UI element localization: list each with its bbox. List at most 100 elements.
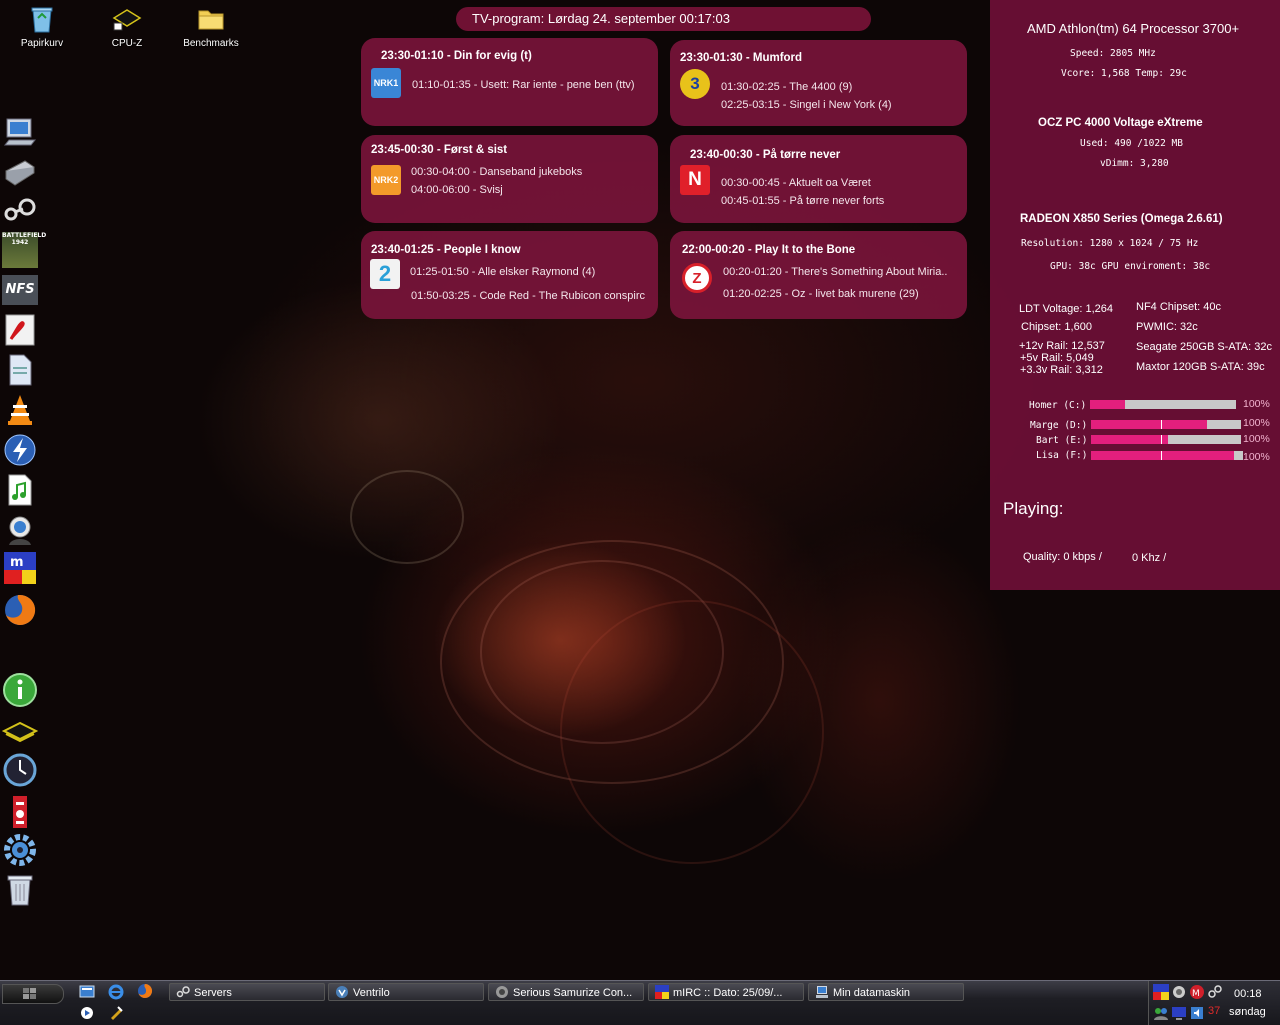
nrk2-logo-icon: NRK2 — [371, 165, 401, 195]
ztv-logo-icon: Z — [682, 263, 712, 293]
tvnorge-logo-icon: N — [680, 165, 710, 195]
quicklaunch-tool-icon[interactable] — [108, 1005, 124, 1021]
show-desktop-icon[interactable] — [79, 984, 95, 1000]
tv-next-showing: 00:30-00:45 - Aktuelt oa Været — [721, 177, 871, 189]
vlc-icon[interactable] — [2, 392, 38, 428]
network-tray-icon[interactable] — [1171, 984, 1187, 1000]
gpu-temperature: GPU: 38c GPU enviroment: 38c — [1050, 261, 1211, 272]
drive-usage-bar — [1091, 451, 1243, 460]
scanner-icon[interactable] — [2, 154, 38, 190]
wallpaper-swirl — [480, 560, 724, 744]
samurize-icon — [496, 986, 508, 998]
acrobat-icon[interactable] — [2, 312, 38, 348]
drive-label: Bart (E:) — [1036, 435, 1088, 446]
taskbar-button-label: Ventrilo — [353, 987, 390, 999]
tv-next-showing: 01:10-01:35 - Usett: Rar iente - pene be… — [412, 79, 635, 91]
tv-now-showing: 23:40-00:30 - På tørre never — [690, 149, 841, 161]
chip-icon[interactable] — [2, 714, 38, 750]
taskbar-button-label: mIRC :: Dato: 25/09/... — [673, 987, 783, 999]
firefox-icon[interactable] — [2, 592, 38, 628]
tv-channel-card: 23:30-01:10 - Din for evig (t) NRK1 01:1… — [361, 38, 658, 126]
messenger-icon[interactable] — [2, 512, 38, 548]
taskbar-button-mirc[interactable]: mIRC :: Dato: 25/09/... — [648, 983, 804, 1001]
ram-used: Used: 490 /1022 MB — [1080, 138, 1183, 149]
gpu-name: RADEON X850 Series (Omega 2.6.61) — [1020, 213, 1223, 225]
clock-icon[interactable] — [2, 752, 38, 788]
taskbar-button-label: Serious Samurize Con... — [513, 987, 633, 999]
system-tray: M 37 00:18 søndag — [1148, 981, 1280, 1025]
cpu-speed: Speed: 2805 MHz — [1070, 48, 1156, 59]
tv-next-showing: 01:20-02:25 - Oz - livet bak murene (29) — [723, 288, 919, 300]
my-computer-icon[interactable] — [2, 114, 38, 150]
taskbar-button-samurize[interactable]: Serious Samurize Con... — [488, 983, 644, 1001]
recycle-bin-icon[interactable] — [2, 872, 38, 908]
drive-label: Marge (D:) — [1030, 420, 1088, 431]
drive-usage-fill — [1091, 435, 1168, 444]
drive-usage-bar — [1091, 420, 1241, 429]
nrk1-logo-icon: NRK1 — [371, 68, 401, 98]
mirc-tray-icon[interactable] — [1153, 984, 1169, 1000]
tv-next-showing: 01:25-01:50 - Alle elsker Raymond (4) — [410, 266, 596, 278]
svg-text:M: M — [1192, 989, 1200, 999]
gpu-resolution: Resolution: 1280 x 1024 / 75 Hz — [1021, 238, 1199, 249]
stat-left: +12v Rail: 12,537 — [1019, 340, 1105, 352]
tv-next-showing: 01:50-03:25 - Code Red - The Rubicon con… — [411, 290, 645, 302]
now-playing-heading: Playing: — [1003, 499, 1064, 518]
firefox-icon[interactable] — [137, 983, 153, 999]
media-player-icon[interactable] — [79, 1005, 95, 1021]
recycle-bin-icon — [26, 4, 58, 34]
music-icon[interactable] — [2, 472, 38, 508]
clock-time[interactable]: 00:18 — [1234, 988, 1262, 1000]
hardware-icon[interactable] — [2, 794, 38, 830]
display-tray-icon[interactable] — [1171, 1005, 1187, 1021]
tv-channel-card: 23:30-01:30 - Mumford 3 01:30-02:25 - Th… — [670, 40, 967, 126]
desktop-icon-recycle-bin[interactable]: Papirkurv — [2, 4, 82, 49]
drive-percent: 100% — [1243, 451, 1270, 463]
battlefield-label: BATTLEFIELD 1942 — [2, 232, 46, 268]
desktop-icon-cpuz[interactable]: CPU-Z — [87, 4, 167, 49]
msn-tray-icon[interactable] — [1153, 1005, 1169, 1021]
wallpaper-swirl — [560, 600, 824, 864]
tray-counter: 37 — [1208, 1005, 1221, 1017]
drive-usage-marker — [1161, 435, 1162, 444]
drive-usage-bar — [1091, 435, 1241, 444]
gear-icon[interactable] — [2, 832, 38, 868]
start-button[interactable] — [2, 984, 64, 1004]
battlefield-icon[interactable]: BATTLEFIELD 1942 — [2, 232, 46, 268]
chip-icon — [111, 4, 143, 34]
lightning-icon[interactable] — [2, 432, 38, 468]
drive-percent: 100% — [1243, 398, 1270, 410]
internet-explorer-icon[interactable] — [108, 984, 124, 1000]
stat-right: PWMIC: 32c — [1136, 321, 1198, 333]
my-computer-icon — [816, 986, 828, 998]
info-icon[interactable] — [2, 672, 38, 708]
stat-right: NF4 Chipset: 40c — [1136, 301, 1221, 313]
ram-vdimm: vDimm: 3,280 — [1100, 158, 1169, 169]
desktop-icon-label: Papirkurv — [20, 38, 64, 49]
taskbar-button-my-computer[interactable]: Min datamaskin — [808, 983, 964, 1001]
mirc-icon[interactable]: m — [2, 550, 38, 586]
playing-frequency: 0 Khz / — [1132, 552, 1167, 564]
volume-tray-icon[interactable] — [1189, 1005, 1205, 1021]
drive-usage-fill — [1090, 400, 1126, 409]
desktop-icon-benchmarks[interactable]: Benchmarks — [171, 4, 251, 49]
nfs-label: NFS — [2, 275, 38, 305]
tv-now-showing: 23:30-01:30 - Mumford — [680, 52, 803, 64]
hardware-tray-icon[interactable]: M — [1189, 984, 1205, 1000]
taskbar-button-label: Servers — [194, 987, 232, 999]
steam-icon[interactable] — [2, 192, 38, 228]
stat-right: Maxtor 120GB S-ATA: 39c — [1136, 361, 1265, 373]
svg-text:m: m — [10, 555, 24, 570]
document-icon[interactable] — [2, 352, 38, 388]
nfs-icon[interactable]: NFS — [2, 272, 38, 308]
stat-left: +5v Rail: 5,049 — [1020, 352, 1094, 364]
drive-percent: 100% — [1243, 433, 1270, 445]
drive-usage-fill — [1091, 451, 1234, 460]
tv-next-showing: 02:25-03:15 - Singel i New York (4) — [721, 99, 892, 111]
taskbar-button-ventrilo[interactable]: Ventrilo — [328, 983, 484, 1001]
taskbar-button-servers[interactable]: Servers — [169, 983, 325, 1001]
tv-now-showing: 23:40-01:25 - People I know — [371, 244, 521, 256]
tv2-logo-icon: 2 — [370, 259, 400, 289]
tv-next-showing: 04:00-06:00 - Svisj — [411, 184, 503, 196]
steam-tray-icon[interactable] — [1207, 984, 1223, 1000]
